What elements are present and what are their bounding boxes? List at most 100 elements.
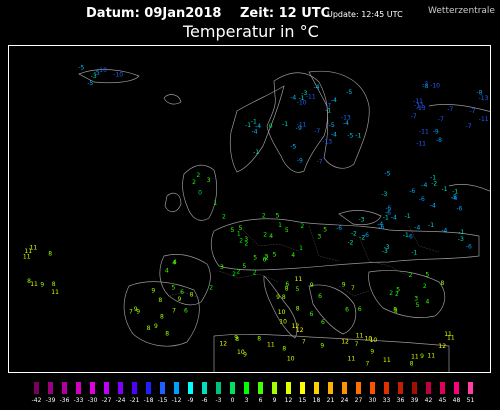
legend-label: 3 [245,397,249,404]
station-reading: -3 [359,216,365,223]
station-reading: -6 [456,205,462,212]
station-reading: 11 [383,357,391,364]
station-reading: -2 [351,230,357,237]
station-reading: 9 [134,306,138,313]
station-reading: -2 [359,235,365,242]
station-reading: -4 [314,84,320,91]
station-reading: -4 [414,224,420,231]
legend-swatch [426,382,431,394]
station-reading: 9 [154,323,158,330]
legend-swatch [90,382,95,394]
station-reading: 7 [355,341,359,348]
legend-swatch [370,382,375,394]
station-reading: 8 [441,280,445,287]
station-reading: 1 [278,222,282,229]
station-reading: -13 [416,105,426,112]
legend-swatch [286,382,291,394]
legend-label: -9 [188,397,194,404]
legend-label: 9 [273,397,277,404]
station-reading: -10 [113,71,123,78]
legend-swatch [314,382,319,394]
station-reading: 8 [52,281,56,288]
station-reading: -9 [433,128,439,135]
station-reading: -4 [290,95,296,102]
station-reading: -4 [331,131,337,138]
map-header: Datum: 09Jan2018 Zeit: 12 UTC Update: 12… [0,0,500,44]
station-reading: 8 [165,331,169,338]
station-reading: 12 [438,343,446,350]
station-reading: 9 [178,296,182,303]
station-reading: 9 [310,282,314,289]
station-reading: 8 [158,297,162,304]
legend-label: -12 [172,397,182,404]
legend-swatch [174,382,179,394]
station-reading: -1 [428,222,434,229]
legend-label: -24 [116,397,126,404]
station-reading: 12 [341,338,349,345]
station-reading: 4 [165,268,169,275]
legend-label: 6 [259,397,263,404]
station-reading: 7 [172,308,176,315]
station-reading: 2 [239,237,243,244]
station-reading: -1 [253,149,259,156]
station-reading: 6 [263,257,267,264]
station-reading: 6 [345,306,349,313]
legend-swatch [188,382,193,394]
valid-time: Zeit: 12 UTC [240,6,331,21]
legend-label: -3 [216,397,222,404]
station-reading: 7 [129,309,133,316]
station-reading: 5 [285,227,289,234]
legend-swatch [272,382,277,394]
station-reading: -7 [466,123,472,130]
legend-swatch [62,382,67,394]
station-reading: 5 [323,226,327,233]
station-reading: 2 [209,285,213,292]
station-reading: 2 [222,213,226,220]
legend-label: 39 [411,397,419,404]
station-reading: 9 [234,335,238,342]
station-reading: 10 [278,309,286,316]
legend-label: 30 [369,397,377,404]
legend-swatch [244,382,249,394]
station-reading: -6 [452,195,458,202]
station-reading: -1 [458,229,464,236]
station-reading: 4 [426,299,430,306]
station-reading: 11 [267,341,275,348]
station-reading: 11 [411,353,419,360]
station-reading: 1 [237,230,241,237]
station-reading: -1 [355,133,361,140]
station-reading: 2 [192,179,196,186]
station-reading: 2 [232,271,236,278]
station-reading: 0 [198,190,202,197]
station-reading: -1 [245,122,251,129]
station-reading: 11 [30,281,38,288]
station-reading: 1 [299,245,303,252]
station-reading: 2 [389,290,393,297]
station-reading: 5 [253,255,257,262]
station-reading: -7 [317,159,323,166]
station-reading: -5 [329,122,335,129]
station-reading: 9 [320,342,324,349]
station-reading: -13 [341,114,351,121]
station-reading: -8 [436,137,442,144]
legend-label: -15 [158,397,168,404]
station-reading: 8 [410,361,414,368]
station-reading: -10 [430,83,440,90]
station-reading: 4 [291,252,295,259]
valid-date: Datum: 09Jan2018 [86,6,222,21]
station-reading: 10 [287,355,295,362]
station-reading: 7 [366,360,370,367]
station-reading: -4 [255,123,261,130]
temperature-map: -3 -11 -7 -5 -1 -11 -1 -7 -9 -9 -4 -10 -1 -4 0 -4 -1 -1 -4… [8,45,491,373]
station-reading: -2 [431,181,437,188]
station-reading: 8 [282,294,286,301]
station-reading: 12 [292,323,300,330]
station-reading: -7 [470,108,476,115]
station-reading: 3 [317,234,321,241]
station-reading: -11 [479,116,489,123]
station-reading: 10 [370,337,378,344]
station-reading: 5 [276,212,280,219]
station-reading: 8 [285,285,289,292]
station-reading: -7 [325,102,331,109]
brand-logo: Wetterzentrale [428,6,495,16]
